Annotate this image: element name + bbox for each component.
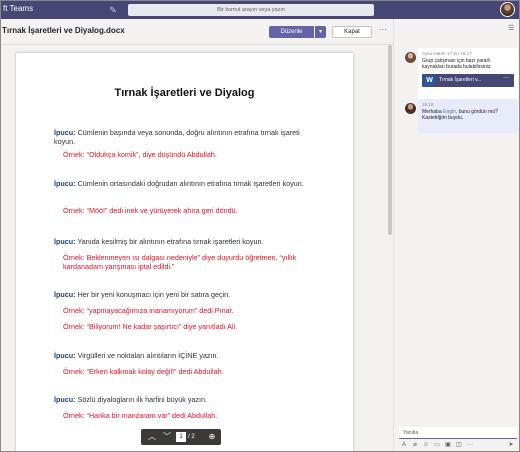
tip-paragraph: İpucu: Yanıda kesilmiş bir alıntının etr… [54,237,316,246]
avatar [405,103,416,114]
more-icon[interactable]: ··· [503,75,509,81]
compose-icon[interactable]: ✎ [107,4,119,16]
meet-icon[interactable]: ◫ [454,440,464,450]
search-input[interactable]: Bir komut arayın veya yazın [128,4,374,16]
format-icon[interactable]: A [399,440,409,450]
example-text: “yapmayacağımıza inanamıyorum” dedi Pına… [86,306,234,315]
edit-button[interactable]: Düzenle [269,26,314,38]
page-title: Tırnak İşaretleri ve Diyalog [114,87,255,99]
example-paragraph: Örnek: “Möö!” dedi inek ve yürüyerek ahı… [63,206,316,215]
more-icon[interactable]: ··· [379,25,387,34]
example-text: “Harika bir manzaram var” dedi Abdullah. [86,411,218,420]
word-file-icon: W [424,75,435,86]
message-meta: Aysu Hatırlı 17 Ko 16.17 [422,51,472,56]
send-icon[interactable]: ➤ [506,440,516,450]
mention[interactable]: Engin [443,109,456,115]
tip-paragraph: İpucu: Her bir yeni konuşmacı için yeni … [54,290,316,299]
emoji-icon[interactable]: ☺ [421,440,431,450]
file-name: Tırnak İşaretleri v... [439,77,482,83]
scroll-thumb[interactable] [388,45,392,235]
example-paragraph: Örnek: “Harika bir manzaram var” dedi Ab… [63,411,316,420]
avatar[interactable] [500,2,515,17]
example-text: Beklenmeyen ısı dalgası nedeniyle” diye … [63,253,297,271]
gif-icon[interactable]: ▭ [432,440,442,450]
example-text: “Möö!” dedi inek ve yürüyerek ahıra geri… [86,206,238,215]
example-paragraph: Örnek: “Oldukça komik”, diye düşündü Abd… [63,150,316,159]
file-attachment[interactable]: W Tırnak İşaretleri v... ··· [422,74,514,87]
tip-text: Sözlü diyalogların ilk harfini büyük yaz… [77,395,208,404]
message-text-start: Merhaba [422,109,444,115]
tip-paragraph: İpucu: Sözlü diyalogların ilk harfini bü… [54,395,316,404]
app-title: ft Teams [3,4,34,13]
tip-text: Yanıda kesilmiş bir alıntının etrafına t… [77,237,264,246]
teams-window: ft Teams ✎ Bir komut arayın veya yazın T… [0,0,520,452]
example-label: Örnek: [63,411,85,420]
document-toolbar: Tırnak İşaretleri ve Diyalog.docx Düzenl… [1,19,393,45]
chevron-up-icon[interactable]: ︿ [145,430,159,444]
top-bar: ft Teams ✎ Bir komut arayın veya yazın [1,1,519,19]
example-label: Örnek: [63,306,85,315]
tip-label: İpucu: [54,351,76,360]
message-text: Grup çalışması için bazı yararlı kaynakl… [422,58,492,71]
tip-text: Cümlenin başında veya sonunda, doğru alı… [54,128,300,146]
tip-text: Cümlenin ortasındaki doğrudan alıntının … [77,179,304,188]
zoom-icon[interactable]: ⊕ [206,430,218,444]
tip-text: Her bir yeni konuşmacı için yeni bir sat… [77,290,231,299]
compose-toolbar: A ⌀ ☺ ▭ ▣ ◫ ··· ➤ [399,440,517,450]
tip-paragraph: İpucu: Cümlenin ortasındaki doğrudan alı… [54,179,316,188]
example-label: Örnek: [63,322,85,331]
tip-label: İpucu: [54,290,76,299]
example-label: Örnek: [63,367,85,376]
avatar [405,52,416,63]
example-text: “Erken kalkmak kolay değil!” dedi Abdull… [86,367,224,376]
example-text: “Oldukça komik”, diye düşündü Abdullah. [86,150,217,159]
document-page: Tırnak İşaretleri ve Diyalog İpucu: Cüml… [16,53,353,451]
tip-label: İpucu: [54,128,76,137]
attach-icon[interactable]: ⌀ [410,440,420,450]
chat-icon[interactable]: ☰ [508,24,514,32]
example-paragraph: Örnek: Beklenmeyen ısı dalgası nedeniyle… [63,253,316,271]
chat-pane: ☰ Aysu Hatırlı 17 Ko 16.17 Grup çalışmas… [393,19,519,451]
example-paragraph: Örnek: “Erken kalkmak kolay değil!” dedi… [63,367,316,376]
edit-options-chevron-down-icon[interactable]: ▾ [315,26,326,38]
document-title: Tırnak İşaretleri ve Diyalog.docx [2,26,125,35]
chat-message: 16.18 Merhaba Engin, bunu gördün mü? Kas… [418,99,518,133]
page-total: / 2 [188,434,195,440]
tip-label: İpucu: [54,179,76,188]
tip-paragraph: İpucu: Cümlenin başında veya sonunda, do… [54,128,316,146]
example-paragraph: Örnek: “yapmayacağımıza inanamıyorum” de… [63,306,316,315]
example-label: Örnek: [63,206,85,215]
tip-text: Virgülleri ve noktaları alıntıların İÇİN… [77,351,219,360]
tip-label: İpucu: [54,395,76,404]
page-navigator: ︿ ﹀ 1 / 2 ⊕ [141,429,221,445]
example-label: Örnek: [63,150,85,159]
document-viewport: Tırnak İşaretleri ve Diyalog İpucu: Cüml… [1,45,393,451]
reply-input[interactable]: Yanıtla [399,427,517,439]
example-paragraph: Örnek: “Biliyorum! Ne kadar şaşırtıcı” d… [63,322,316,331]
close-button[interactable]: Kapat [332,26,372,38]
page-number-input[interactable]: 1 [176,432,186,442]
message-text: Merhaba Engin, bunu gördün mü? Kastettiğ… [422,109,514,122]
tip-label: İpucu: [54,237,76,246]
more-icon[interactable]: ··· [465,440,475,450]
tip-paragraph: İpucu: Virgülleri ve noktaları alıntılar… [54,351,316,360]
chevron-down-icon[interactable]: ﹀ [160,430,174,444]
example-text: “Biliyorum! Ne kadar şaşırtıcı” diye yan… [86,322,238,331]
sticker-icon[interactable]: ▣ [443,440,453,450]
message-meta: 16.18 [422,102,434,107]
example-label: Örnek: [63,253,85,262]
